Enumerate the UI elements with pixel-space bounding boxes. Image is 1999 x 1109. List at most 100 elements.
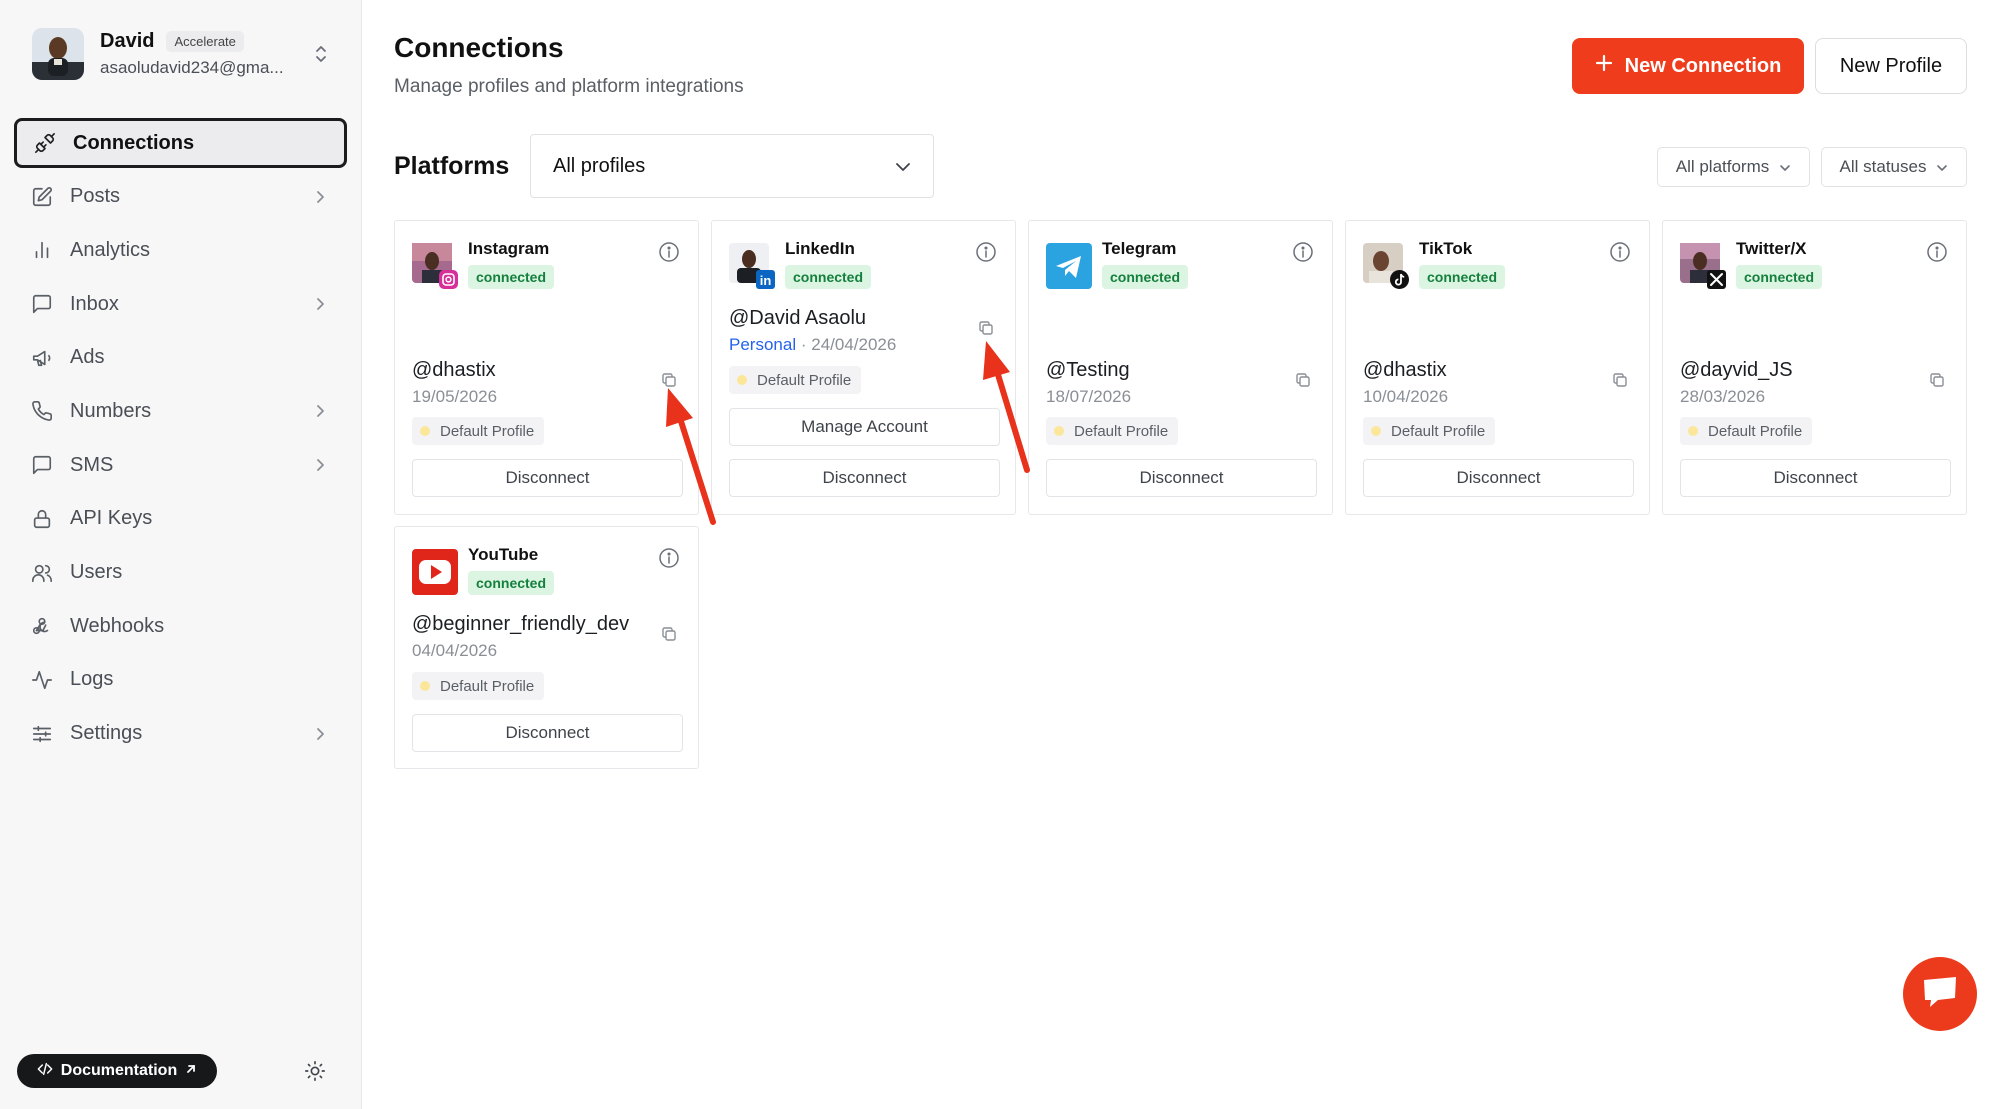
status-badge: connected xyxy=(468,265,555,289)
phone-icon xyxy=(30,399,54,423)
platform-filter-label: All platforms xyxy=(1675,157,1770,176)
profile-chip-label: Default Profile xyxy=(1391,422,1486,440)
disconnect-button[interactable]: Disconnect xyxy=(1046,459,1317,497)
documentation-button[interactable]: Documentation xyxy=(17,1054,217,1088)
svg-text:in: in xyxy=(760,273,772,288)
account-handle: @beginner_friendly_dev xyxy=(412,613,630,635)
profile-dot xyxy=(737,375,747,385)
sidebar-item-connections[interactable]: Connections xyxy=(14,118,347,168)
connection-card-instagram: Instagram connected @dhastix 19/05/2026 … xyxy=(394,220,699,515)
status-badge: connected xyxy=(785,265,872,289)
disconnect-button[interactable]: Disconnect xyxy=(729,459,1000,497)
sidebar-item-label: SMS xyxy=(70,453,114,476)
new-connection-label: New Connection xyxy=(1624,54,1782,77)
copy-icon[interactable] xyxy=(660,371,678,389)
copy-icon[interactable] xyxy=(1611,371,1629,389)
platform-name: Telegram xyxy=(1102,239,1177,258)
account-meta: Personal · 24/04/2026 xyxy=(729,335,896,355)
user-name: David xyxy=(100,30,155,52)
platform-filter[interactable]: All platforms xyxy=(1657,147,1810,187)
avatar xyxy=(32,28,84,80)
profile-dot xyxy=(420,426,430,436)
copy-icon[interactable] xyxy=(660,625,678,643)
profile-chip: Default Profile xyxy=(1680,417,1813,445)
chat-icon xyxy=(30,453,54,477)
info-icon[interactable] xyxy=(975,241,997,263)
disconnect-button[interactable]: Disconnect xyxy=(1363,459,1634,497)
external-link-icon xyxy=(185,1062,197,1080)
new-connection-button[interactable]: New Connection xyxy=(1572,38,1804,94)
sidebar-item-posts[interactable]: Posts xyxy=(14,172,347,222)
profile-select[interactable]: All profiles xyxy=(530,134,934,198)
copy-icon[interactable] xyxy=(1928,371,1946,389)
plan-badge: Accelerate xyxy=(166,31,244,52)
profile-select-value: All profiles xyxy=(553,154,646,177)
sidebar-item-inbox[interactable]: Inbox xyxy=(14,279,347,329)
sidebar: David Accelerate asaoludavid234@gma... C… xyxy=(0,0,362,1109)
platform-name: YouTube xyxy=(468,545,539,564)
sidebar-item-api-keys[interactable]: API Keys xyxy=(14,494,347,544)
chevron-right-icon xyxy=(311,456,329,474)
sidebar-item-analytics[interactable]: Analytics xyxy=(14,225,347,275)
chevrons-up-down-icon[interactable] xyxy=(310,39,332,69)
status-badge: connected xyxy=(1102,265,1189,289)
disconnect-button[interactable]: Disconnect xyxy=(1680,459,1951,497)
account-handle: @David Asaolu xyxy=(729,307,867,329)
sidebar-item-sms[interactable]: SMS xyxy=(14,440,347,490)
profile-chip: Default Profile xyxy=(729,366,862,394)
chevron-right-icon xyxy=(311,188,329,206)
account-handle: @dayvid_JS xyxy=(1680,359,1793,381)
new-profile-button[interactable]: New Profile xyxy=(1815,38,1967,94)
status-filter[interactable]: All statuses xyxy=(1821,147,1967,187)
sidebar-item-ads[interactable]: Ads xyxy=(14,333,347,383)
documentation-label: Documentation xyxy=(60,1062,178,1079)
sidebar-item-settings[interactable]: Settings xyxy=(14,709,347,759)
activity-icon xyxy=(30,668,54,692)
telegram-icon xyxy=(1046,243,1092,289)
platform-name: TikTok xyxy=(1419,239,1473,258)
sidebar-item-webhooks[interactable]: Webhooks xyxy=(14,601,347,651)
webhook-icon xyxy=(30,614,54,638)
edit-icon xyxy=(30,185,54,209)
sidebar-item-numbers[interactable]: Numbers xyxy=(14,386,347,436)
profile-chip: Default Profile xyxy=(1363,417,1496,445)
info-icon[interactable] xyxy=(1292,241,1314,263)
disconnect-button[interactable]: Disconnect xyxy=(412,714,683,752)
support-chat-button[interactable] xyxy=(1903,957,1977,1031)
copy-icon[interactable] xyxy=(1294,371,1312,389)
users-icon xyxy=(30,561,54,585)
connected-date: 18/07/2026 xyxy=(1046,387,1132,406)
linkedin-icon: in xyxy=(729,243,775,289)
sidebar-item-users[interactable]: Users xyxy=(14,548,347,598)
sidebar-item-label: Webhooks xyxy=(70,614,165,637)
connection-card-twitter-x: Twitter/X connected @dayvid_JS 28/03/202… xyxy=(1662,220,1967,515)
lock-icon xyxy=(30,507,54,531)
connected-date: 24/04/2026 xyxy=(811,335,897,354)
connected-date: 19/05/2026 xyxy=(412,387,498,406)
profile-dot xyxy=(420,681,430,691)
sidebar-item-label: Posts xyxy=(70,185,121,208)
sidebar-item-logs[interactable]: Logs xyxy=(14,655,347,705)
platform-name: Instagram xyxy=(468,239,550,258)
info-icon[interactable] xyxy=(658,547,680,569)
chevron-down-icon xyxy=(895,155,911,178)
instagram-icon xyxy=(412,243,458,289)
info-icon[interactable] xyxy=(658,241,680,263)
profile-chip: Default Profile xyxy=(412,672,545,700)
copy-icon[interactable] xyxy=(977,319,995,337)
user-switcher[interactable]: David Accelerate asaoludavid234@gma... xyxy=(32,26,332,82)
info-icon[interactable] xyxy=(1926,241,1948,263)
manage-account-button[interactable]: Manage Account xyxy=(729,408,1000,446)
status-filter-label: All statuses xyxy=(1839,157,1927,176)
platform-name: Twitter/X xyxy=(1736,239,1807,258)
bar-chart-icon xyxy=(30,238,54,262)
connected-date: 28/03/2026 xyxy=(1680,387,1766,406)
profile-chip-label: Default Profile xyxy=(1074,422,1169,440)
disconnect-button[interactable]: Disconnect xyxy=(412,459,683,497)
chevron-down-icon xyxy=(1779,157,1791,177)
account-handle: @dhastix xyxy=(412,359,496,381)
info-icon[interactable] xyxy=(1609,241,1631,263)
sun-icon[interactable] xyxy=(300,1056,330,1086)
code-icon xyxy=(37,1061,53,1082)
user-email: asaoludavid234@gma... xyxy=(100,58,284,77)
